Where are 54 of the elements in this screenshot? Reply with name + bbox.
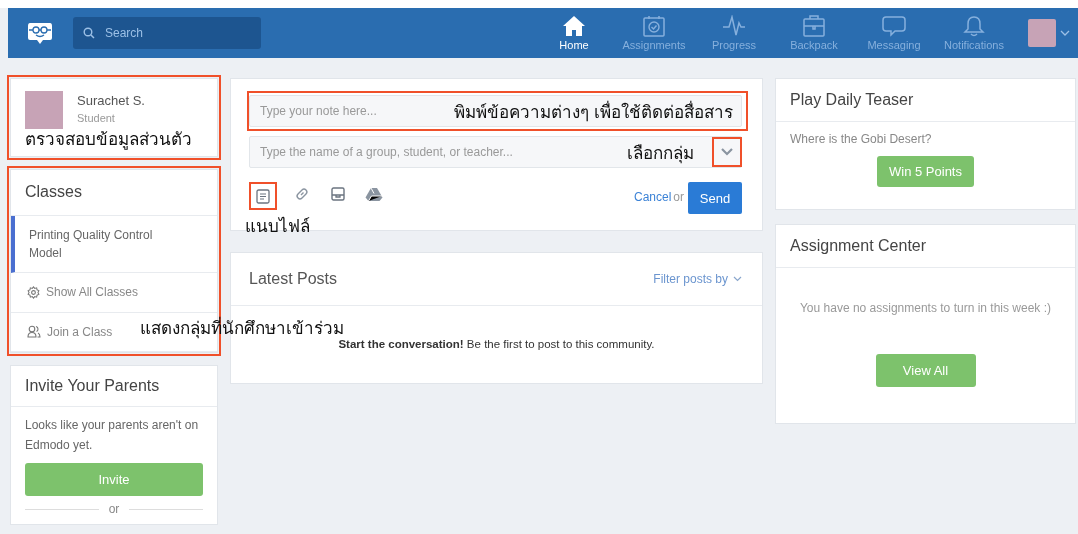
nav-tab[interactable]: Notifications bbox=[934, 15, 1014, 51]
card-title: Invite Your Parents bbox=[11, 366, 217, 407]
card-title: Play Daily Teaser bbox=[776, 79, 1075, 122]
win-points-button[interactable]: Win 5 Points bbox=[877, 156, 974, 187]
user-name[interactable]: Surachet S. bbox=[77, 93, 145, 108]
bell-icon bbox=[962, 15, 986, 37]
send-button[interactable]: Send bbox=[688, 182, 742, 214]
document-icon bbox=[256, 188, 270, 204]
annotation-label: พิมพ์ข้อความต่างๆ เพื่อใช้ติดต่อสื่อสาร bbox=[454, 99, 733, 124]
briefcase-icon bbox=[802, 15, 826, 37]
file-attach-button[interactable] bbox=[249, 182, 277, 210]
separator-text: or bbox=[108, 502, 120, 516]
chevron-down-icon bbox=[733, 276, 742, 282]
annotation-label: แนบไฟล์ bbox=[245, 215, 310, 238]
calendar-check-icon bbox=[642, 15, 666, 37]
filter-dropdown[interactable]: Filter posts by bbox=[653, 272, 742, 286]
class-item[interactable]: Printing Quality Control Model bbox=[11, 216, 217, 273]
nav-tab[interactable]: Home bbox=[534, 15, 614, 51]
class-link[interactable]: Join a Class bbox=[25, 322, 115, 341]
nav-tab[interactable]: Messaging bbox=[854, 15, 934, 51]
view-all-button[interactable]: View All bbox=[875, 354, 976, 387]
annotation-label: เลือกกลุ่ม bbox=[627, 142, 694, 166]
placeholder-text: Type your note here... bbox=[260, 104, 377, 118]
class-link[interactable]: Show All Classes bbox=[25, 283, 141, 301]
nav-tab[interactable]: Backpack bbox=[774, 15, 854, 51]
card-title: Latest Posts bbox=[249, 270, 338, 288]
dropdown-button[interactable] bbox=[712, 137, 742, 167]
or-text: or bbox=[673, 190, 684, 204]
nav-tab[interactable]: Progress bbox=[694, 15, 774, 51]
invite-text: Looks like your parents aren't on Edmodo yet. bbox=[25, 417, 200, 454]
pulse-line-icon bbox=[722, 15, 746, 37]
people-icon bbox=[27, 325, 41, 338]
speech-bubble-icon bbox=[882, 15, 906, 37]
recipient-input-field[interactable]: Type the name of a group, student, or teacher... เลือกกลุ่ม bbox=[249, 136, 742, 168]
card-title: Assignment Center bbox=[776, 225, 1075, 268]
search-field[interactable]: Search bbox=[73, 17, 261, 49]
cancel-link[interactable]: Cancel bbox=[633, 190, 672, 204]
annotation-label: ตรวจสอบข้อมูลส่วนตัว bbox=[25, 129, 193, 152]
card-title: Classes bbox=[11, 170, 217, 216]
link-icon bbox=[294, 186, 310, 202]
teaser-question: Where is the Gobi Desert? bbox=[790, 132, 932, 146]
settings-icon bbox=[27, 285, 40, 299]
empty-message: Start the conversation! Be the first to post to this community. bbox=[338, 338, 656, 350]
chevron-down-icon bbox=[721, 148, 733, 156]
caret-icon[interactable] bbox=[1060, 29, 1070, 37]
tray-icon bbox=[331, 187, 345, 201]
user-role: Student bbox=[77, 112, 116, 124]
search-icon bbox=[83, 27, 95, 39]
invite-button[interactable]: Invite bbox=[25, 463, 203, 496]
placeholder-text: Type the name of a group, student, or teacher... bbox=[260, 145, 513, 159]
triangle-drive-icon bbox=[365, 186, 383, 202]
home-icon bbox=[562, 15, 586, 37]
assignment-message: You have no assignments to turn in this week :) bbox=[799, 300, 1051, 317]
nav-tab[interactable]: Assignments bbox=[614, 15, 694, 51]
